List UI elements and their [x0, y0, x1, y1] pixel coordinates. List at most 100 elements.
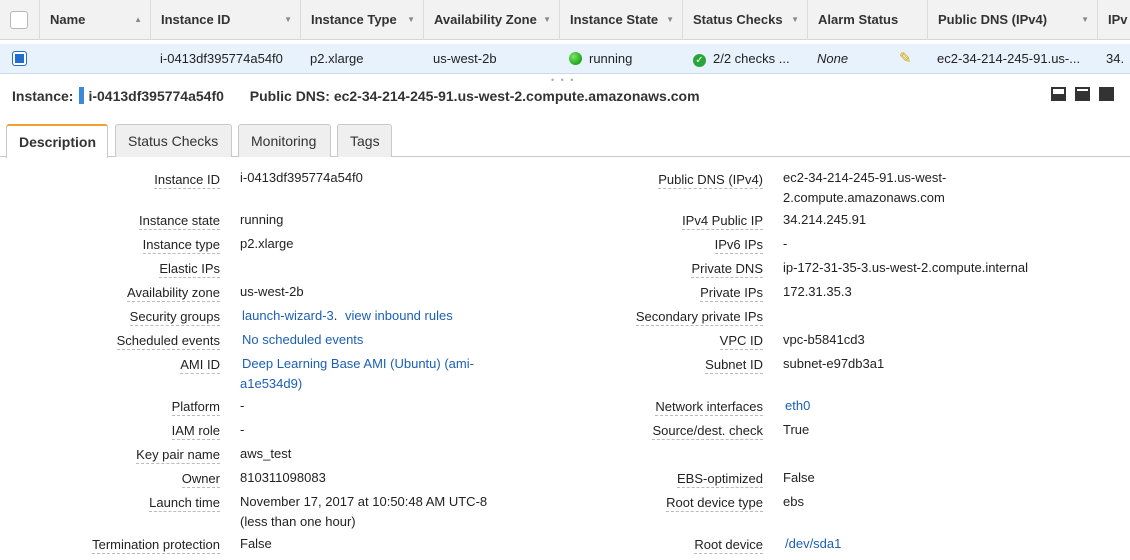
label-private-ips: Private IPs — [700, 285, 763, 302]
value-instance-id: i-0413df395774a54f0 — [240, 170, 363, 185]
column-header-alarm-status[interactable]: Alarm Status — [807, 0, 927, 40]
value-security-groups: launch-wizard-3. view inbound rules — [242, 306, 453, 325]
instance-label: Instance: — [12, 88, 74, 104]
scheduled-events-link[interactable]: No scheduled events — [242, 330, 363, 349]
public-dns-heading: ec2-34-214-245-91.us-west-2.compute.amaz… — [333, 88, 700, 104]
pane-minimize-icon[interactable] — [1051, 87, 1066, 101]
label-instance-type: Instance type — [142, 237, 220, 254]
label-source-dest-check: Source/dest. check — [652, 423, 763, 440]
value-vpc-id: vpc-b5841cd3 — [783, 332, 865, 347]
label-secondary-private-ips: Secondary private IPs — [635, 309, 763, 326]
column-header-label: Public DNS (IPv4) — [938, 12, 1048, 27]
label-root-device-type: Root device type — [666, 495, 763, 512]
sort-icon: ▼ — [1081, 15, 1089, 24]
column-header-status-checks[interactable]: Status Checks ▼ — [682, 0, 807, 40]
label-ipv4-public-ip: IPv4 Public IP — [682, 213, 763, 230]
value-availability-zone: us-west-2b — [240, 284, 304, 299]
column-header-label: IPv — [1108, 12, 1128, 27]
pane-resize-handle[interactable]: • • • — [551, 75, 575, 85]
cell-instance-type: p2.xlarge — [310, 51, 364, 66]
value-instance-type: p2.xlarge — [240, 236, 294, 251]
select-all-checkbox[interactable] — [10, 11, 28, 29]
value-ipv6-ips: - — [783, 236, 788, 251]
value-ebs-optimized: False — [783, 470, 815, 485]
cell-availability-zone: us-west-2b — [433, 51, 497, 66]
value-private-ips: 172.31.35.3 — [783, 284, 852, 299]
value-key-pair-name: aws_test — [240, 446, 292, 461]
label-key-pair-name: Key pair name — [136, 447, 220, 464]
network-interface-link[interactable]: eth0 — [785, 396, 810, 415]
value-ipv4-public-ip: 34.214.245.91 — [783, 212, 867, 227]
column-header-instance-type[interactable]: Instance Type ▼ — [300, 0, 423, 40]
label-elastic-ips: Elastic IPs — [159, 261, 220, 278]
value-private-dns: ip-172-31-35-3.us-west-2.compute.interna… — [783, 260, 1028, 275]
sort-icon: ▼ — [543, 15, 551, 24]
root-device-link[interactable]: /dev/sda1 — [785, 534, 841, 553]
column-header-label: Instance ID — [161, 12, 231, 27]
pane-half-icon[interactable] — [1075, 87, 1090, 101]
sort-icon: ▼ — [407, 15, 415, 24]
value-iam-role: - — [240, 422, 245, 437]
value-subnet-id: subnet-e97db3a1 — [783, 356, 885, 371]
sort-icon: ▼ — [284, 15, 292, 24]
instance-id-heading: i-0413df395774a54f0 — [88, 88, 224, 104]
label-private-dns: Private DNS — [691, 261, 763, 278]
label-termination-protection: Termination protection — [92, 537, 220, 554]
label-subnet-id: Subnet ID — [705, 357, 763, 374]
instance-details-header: Instance: i-0413df395774a54f0 Public DNS:… — [12, 86, 700, 106]
tab-description[interactable]: Description — [6, 124, 108, 158]
security-group-link[interactable]: launch-wizard-3 — [242, 308, 334, 323]
cell-instance-id: i-0413df395774a54f0 — [160, 51, 283, 66]
column-header-ipv4[interactable]: IPv — [1097, 0, 1130, 40]
pane-maximize-icon[interactable] — [1099, 87, 1114, 101]
view-inbound-rules-link[interactable]: view inbound rules — [345, 308, 453, 323]
label-ipv6-ips: IPv6 IPs — [714, 237, 763, 254]
column-header-instance-id[interactable]: Instance ID ▼ — [150, 0, 300, 40]
column-header-name[interactable]: Name ▲ — [39, 0, 150, 40]
value-source-dest-check: True — [783, 422, 810, 437]
value-owner: 810311098083 — [240, 470, 326, 485]
value-public-dns-line2: 2.compute.amazonaws.com — [783, 190, 945, 205]
column-header-label: Name — [50, 12, 86, 27]
sort-icon: ▼ — [791, 15, 799, 24]
label-vpc-id: VPC ID — [719, 333, 763, 350]
pane-view-toggles — [1042, 87, 1114, 104]
label-ami-id: AMI ID — [180, 357, 220, 374]
tab-tags[interactable]: Tags — [337, 124, 392, 157]
check-ok-icon: ✓ — [693, 54, 706, 67]
label-instance-state: Instance state — [139, 213, 220, 230]
label-platform: Platform — [171, 399, 220, 416]
cell-instance-state: running — [569, 44, 679, 74]
column-header-public-dns[interactable]: Public DNS (IPv4) ▼ — [927, 0, 1097, 40]
column-header-label: Availability Zone — [434, 12, 537, 27]
value-platform: - — [240, 398, 245, 413]
label-launch-time: Launch time — [149, 495, 220, 512]
column-header-label: Alarm Status — [818, 12, 899, 27]
column-header-availability-zone[interactable]: Availability Zone ▼ — [423, 0, 559, 40]
label-security-groups: Security groups — [129, 309, 220, 326]
cell-ipv4: 34. — [1106, 51, 1125, 66]
cell-name — [49, 44, 149, 74]
ami-id-link-line2[interactable]: a1e534d9) — [240, 374, 302, 393]
tab-status-checks[interactable]: Status Checks — [115, 124, 232, 157]
column-header-label: Status Checks — [693, 12, 783, 27]
public-dns-label: Public DNS: — [249, 88, 330, 104]
tab-monitoring[interactable]: Monitoring — [238, 124, 331, 157]
row-select-checkbox[interactable] — [12, 51, 27, 66]
cell-status-checks: ✓ 2/2 checks ... — [693, 44, 805, 74]
security-group-separator: . — [333, 308, 338, 323]
label-public-dns: Public DNS (IPv4) — [658, 172, 763, 189]
instance-state-text: running — [589, 51, 633, 66]
cell-alarm-status: None — [817, 51, 849, 66]
value-root-device-type: ebs — [783, 494, 804, 509]
ami-id-link[interactable]: Deep Learning Base AMI (Ubuntu) (ami- — [242, 354, 474, 373]
label-availability-zone: Availability zone — [127, 285, 220, 302]
column-header-instance-state[interactable]: Instance State ▼ — [559, 0, 682, 40]
value-public-dns: ec2-34-214-245-91.us-west- — [783, 170, 947, 185]
detail-tabs: Description Status Checks Monitoring Tag… — [0, 124, 1130, 158]
add-alarm-icon[interactable]: ✎ — [899, 44, 919, 74]
sort-icon: ▲ — [134, 15, 142, 24]
table-row[interactable]: i-0413df395774a54f0 p2.xlarge us-west-2b… — [0, 44, 1130, 74]
label-root-device: Root device — [694, 537, 763, 554]
running-status-icon — [569, 52, 582, 65]
